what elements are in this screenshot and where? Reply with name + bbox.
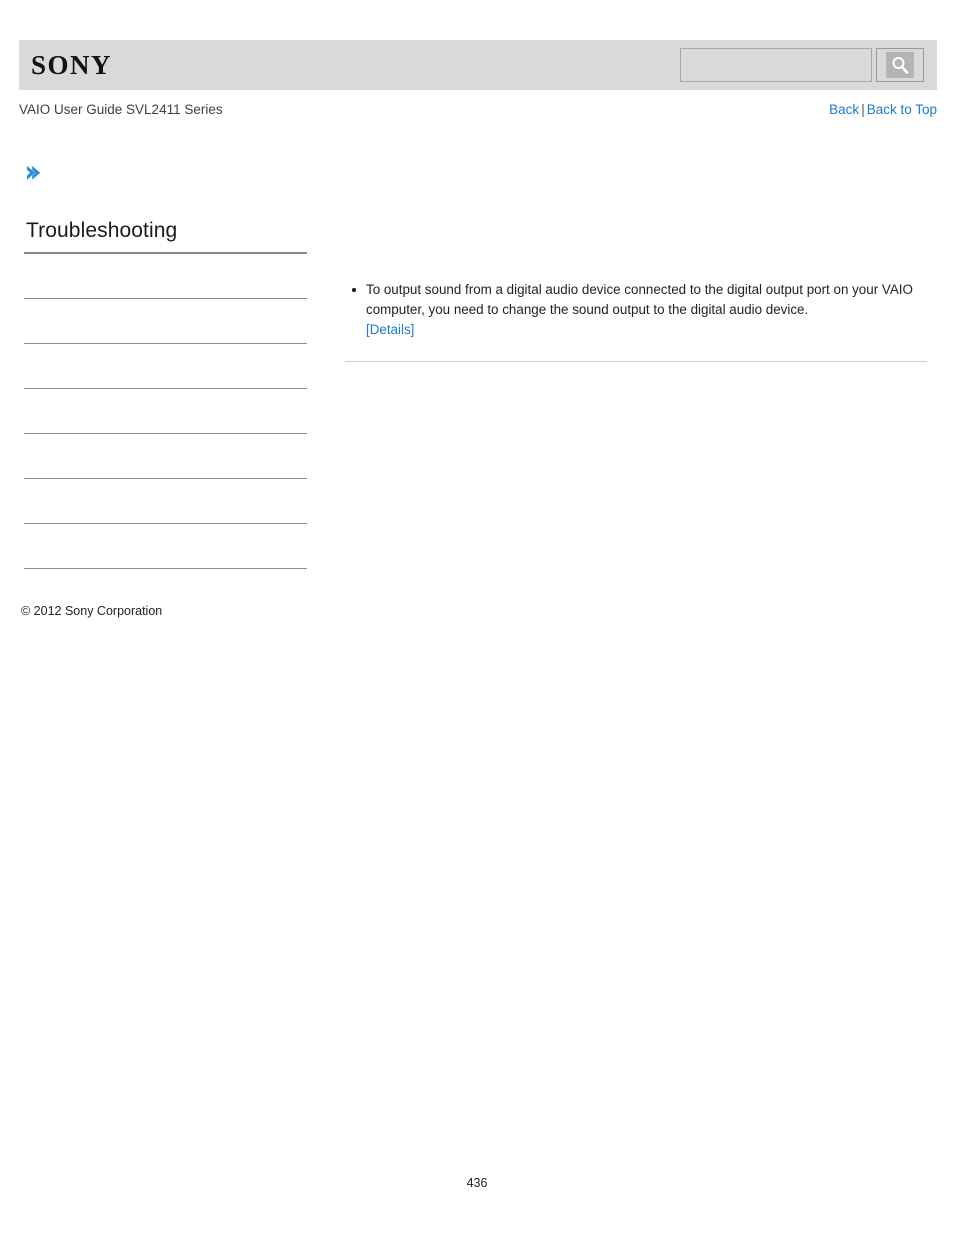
sidebar-item[interactable]	[24, 253, 307, 299]
chevron-right-icon[interactable]	[24, 163, 44, 183]
search-input[interactable]	[680, 48, 872, 82]
page-title: VAIO User Guide SVL2411 Series	[19, 102, 223, 117]
main-content: To output sound from a digital audio dev…	[345, 280, 927, 362]
list-item: To output sound from a digital audio dev…	[345, 280, 927, 340]
sidebar-item[interactable]	[24, 524, 307, 569]
nav-links: Back | Back to Top	[829, 101, 937, 119]
sidebar-item[interactable]	[24, 389, 307, 434]
header-band: SONY	[19, 40, 937, 90]
title-row: VAIO User Guide SVL2411 Series Back | Back…	[19, 101, 937, 121]
sidebar-heading: Troubleshooting	[26, 219, 178, 242]
details-link[interactable]: [Details]	[366, 322, 414, 337]
page-number: 436	[466, 1176, 488, 1190]
bullet-list: To output sound from a digital audio dev…	[345, 280, 927, 340]
sidebar: Troubleshooting	[24, 218, 307, 569]
copyright-notice: © 2012 Sony Corporation	[21, 604, 163, 618]
back-link[interactable]: Back	[829, 102, 859, 117]
bullet-text: To output sound from a digital audio dev…	[366, 282, 913, 317]
sony-logo: SONY	[31, 50, 113, 80]
sidebar-item[interactable]	[24, 479, 307, 524]
content-divider	[345, 361, 927, 362]
search-icon	[886, 52, 914, 78]
search-button[interactable]	[876, 48, 924, 82]
sidebar-item[interactable]	[24, 434, 307, 479]
sidebar-item[interactable]	[24, 299, 307, 344]
back-to-top-link[interactable]: Back to Top	[867, 102, 937, 117]
sidebar-item[interactable]	[24, 344, 307, 389]
search-group	[680, 48, 924, 82]
nav-separator: |	[861, 102, 865, 117]
